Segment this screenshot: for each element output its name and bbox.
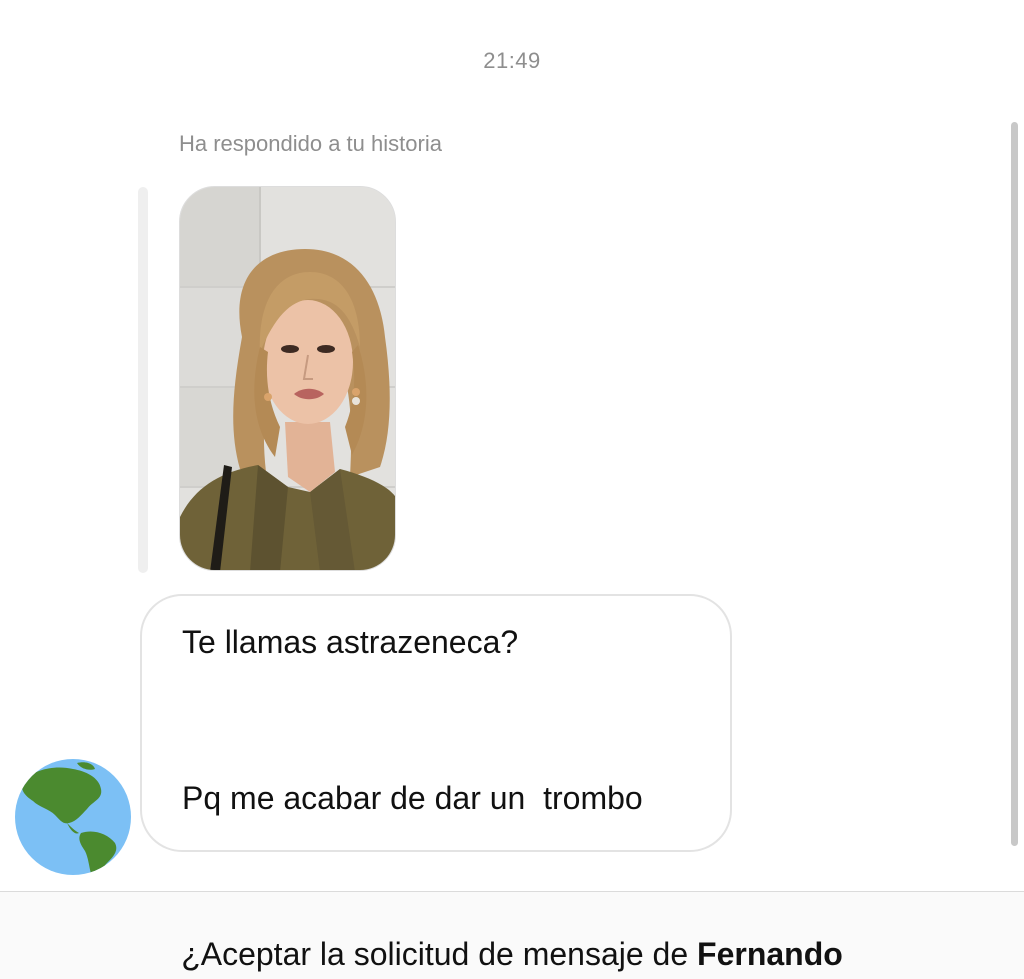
message-request-screen: 21:49 Ha respondido a tu historia Te lla… bbox=[0, 0, 1024, 979]
globe-americas-icon bbox=[15, 759, 131, 875]
story-reply-label: Ha respondido a tu historia bbox=[179, 131, 442, 156]
accept-request-prefix: ¿Aceptar la solicitud de mensaje de bbox=[181, 936, 698, 972]
message-text-line-2: Pq me acabar de dar un trombo bbox=[182, 780, 643, 816]
story-photo bbox=[180, 187, 395, 570]
message-request-panel: ¿Aceptar la solicitud de mensaje de Fern… bbox=[0, 891, 1024, 979]
story-thumbnail[interactable] bbox=[179, 186, 396, 571]
sender-name: Fernando bbox=[697, 936, 843, 972]
message-timestamp: 21:49 bbox=[483, 48, 541, 73]
accept-request-prompt: ¿Aceptar la solicitud de mensaje de Fern… bbox=[0, 936, 1024, 973]
message-bubble[interactable]: Te llamas astrazeneca? Pq me acabar de d… bbox=[140, 594, 732, 852]
message-text-line-1: Te llamas astrazeneca? bbox=[182, 624, 519, 660]
scrollbar[interactable] bbox=[1011, 122, 1018, 846]
reply-quote-bar bbox=[138, 187, 148, 573]
sender-avatar[interactable] bbox=[15, 759, 131, 875]
